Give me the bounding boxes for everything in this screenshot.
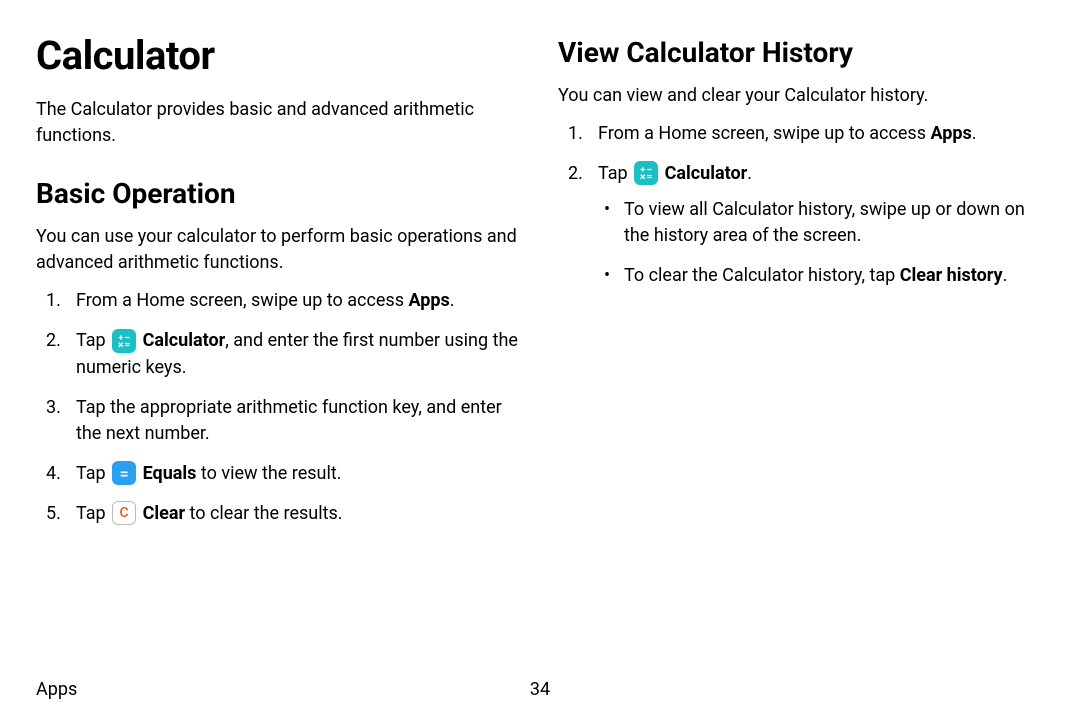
list-item: To clear the Calculator history, tap Cle… xyxy=(598,263,1044,289)
step-text: . xyxy=(450,290,455,311)
basic-heading: Basic Operation xyxy=(36,177,522,210)
basic-steps: From a Home screen, swipe up to access A… xyxy=(36,288,522,527)
clear-label: Clear xyxy=(143,503,186,524)
list-item: From a Home screen, swipe up to access A… xyxy=(558,121,1044,147)
basic-intro: You can use your calculator to perform b… xyxy=(36,224,522,276)
calculator-label: Calculator xyxy=(143,330,226,351)
list-item: Tap Calculator, and enter the first numb… xyxy=(36,328,522,380)
bullet-text: . xyxy=(1003,265,1008,286)
footer: Apps 34 xyxy=(36,679,1044,700)
calculator-intro: The Calculator provides basic and advanc… xyxy=(36,97,522,149)
list-item: From a Home screen, swipe up to access A… xyxy=(36,288,522,314)
step-text: From a Home screen, swipe up to access xyxy=(76,290,408,311)
history-steps: From a Home screen, swipe up to access A… xyxy=(558,121,1044,289)
list-item: Tap the appropriate arithmetic function … xyxy=(36,395,522,447)
calculator-icon xyxy=(634,161,658,185)
step-text: From a Home screen, swipe up to access xyxy=(598,123,930,144)
list-item: Tap Calculator. To view all Calculator h… xyxy=(558,161,1044,289)
step-text: to clear the results. xyxy=(185,503,342,524)
bullet-text: To clear the Calculator history, tap xyxy=(624,265,900,286)
calculator-label: Calculator xyxy=(665,163,748,184)
page-number: 34 xyxy=(530,679,550,700)
step-text: to view the result. xyxy=(196,463,341,484)
list-item: To view all Calculator history, swipe up… xyxy=(598,197,1044,249)
step-text: Tap xyxy=(76,330,110,351)
list-item: Tap C Clear to clear the results. xyxy=(36,501,522,527)
calculator-icon xyxy=(112,329,136,353)
step-text: . xyxy=(747,163,752,184)
bullet-text: To view all Calculator history, swipe up… xyxy=(624,199,1025,246)
list-item: Tap = Equals to view the result. xyxy=(36,461,522,487)
apps-label: Apps xyxy=(930,123,971,144)
step-text: Tap xyxy=(76,503,110,524)
step-text: . xyxy=(972,123,977,144)
clear-history-label: Clear history xyxy=(900,265,1003,286)
clear-icon: C xyxy=(112,501,136,525)
history-intro: You can view and clear your Calculator h… xyxy=(558,83,1044,109)
equals-label: Equals xyxy=(143,463,197,484)
apps-label: Apps xyxy=(408,290,449,311)
step-text: Tap the appropriate arithmetic function … xyxy=(76,397,502,444)
footer-section: Apps xyxy=(36,679,77,700)
step-text: Tap xyxy=(76,463,110,484)
step-text: Tap xyxy=(598,163,632,184)
history-bullets: To view all Calculator history, swipe up… xyxy=(598,197,1044,289)
equals-icon: = xyxy=(112,461,136,485)
history-heading: View Calculator History xyxy=(558,36,1044,69)
page-title: Calculator xyxy=(36,32,522,79)
